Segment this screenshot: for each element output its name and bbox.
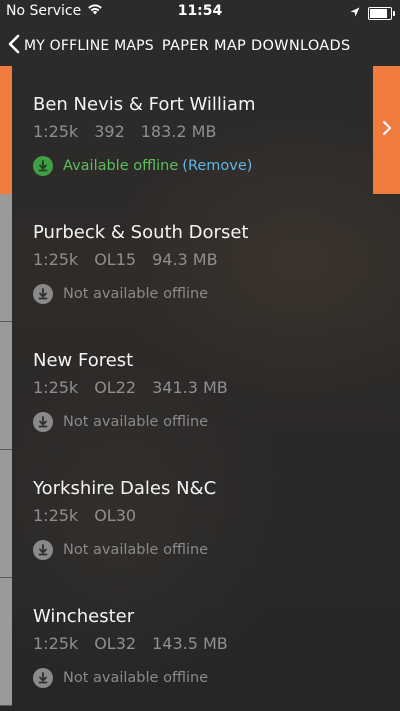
map-scale: 1:25k — [33, 250, 79, 269]
map-meta: 1:25k OL22 341.3 MB — [33, 378, 228, 397]
chevron-right-icon — [382, 120, 392, 140]
status-text: Not available offline — [63, 542, 209, 558]
map-code: 392 — [94, 122, 125, 141]
selected-indicator — [0, 66, 12, 194]
map-list: Ben Nevis & Fort William 1:25k 392 183.2… — [0, 66, 400, 706]
map-title: New Forest — [33, 350, 134, 371]
battery-fill — [370, 8, 387, 18]
location-arrow-icon — [350, 5, 360, 21]
map-code: OL30 — [94, 506, 137, 525]
map-meta: 1:25k OL30 — [33, 506, 152, 525]
list-item[interactable]: New Forest 1:25k OL22 341.3 MB Not avail… — [0, 322, 400, 450]
remove-link[interactable]: (Remove) — [182, 158, 252, 174]
side-strip — [0, 578, 12, 706]
map-title: Yorkshire Dales N&C — [33, 478, 217, 499]
download-icon[interactable] — [33, 284, 53, 304]
map-code: OL15 — [94, 250, 137, 269]
status-bar: No Service 11:54 — [0, 0, 400, 24]
map-title: Winchester — [33, 606, 135, 627]
map-scale: 1:25k — [33, 122, 79, 141]
download-icon[interactable] — [33, 412, 53, 432]
map-meta: 1:25k 392 183.2 MB — [33, 122, 216, 141]
download-icon[interactable] — [33, 540, 53, 560]
map-size: 341.3 MB — [152, 378, 228, 397]
map-scale: 1:25k — [33, 506, 79, 525]
back-button[interactable]: MY OFFLINE MAPS — [8, 34, 154, 58]
status-text: Not available offline — [63, 670, 209, 686]
list-item[interactable]: Yorkshire Dales N&C 1:25k OL30 Not avail… — [0, 450, 400, 578]
download-icon[interactable] — [33, 668, 53, 688]
list-item[interactable]: Winchester 1:25k OL32 143.5 MB Not avail… — [0, 578, 400, 706]
offline-status: Not available offline — [33, 412, 208, 432]
map-scale: 1:25k — [33, 634, 79, 653]
map-code: OL22 — [94, 378, 137, 397]
side-strip — [0, 322, 12, 450]
side-strip — [0, 450, 12, 578]
status-right — [350, 5, 395, 21]
navigation-bar: MY OFFLINE MAPS PAPER MAP DOWNLOADS — [0, 26, 400, 66]
open-map-button[interactable] — [373, 66, 400, 194]
page-title: PAPER MAP DOWNLOADS — [161, 38, 351, 54]
side-strip — [0, 194, 12, 322]
back-label: MY OFFLINE MAPS — [24, 38, 154, 54]
status-text: Not available offline — [63, 414, 209, 430]
status-text: Not available offline — [63, 286, 209, 302]
map-title: Ben Nevis & Fort William — [33, 94, 256, 115]
offline-status: Not available offline — [33, 540, 208, 560]
offline-status: Not available offline — [33, 668, 208, 688]
list-item[interactable]: Ben Nevis & Fort William 1:25k 392 183.2… — [0, 66, 400, 194]
map-size: 183.2 MB — [140, 122, 217, 141]
offline-status: Not available offline — [33, 284, 208, 304]
clock: 11:54 — [177, 3, 223, 19]
map-code: OL32 — [94, 634, 137, 653]
map-meta: 1:25k OL32 143.5 MB — [33, 634, 228, 653]
status-text: Available offline — [63, 158, 179, 174]
chevron-left-icon — [8, 34, 20, 58]
download-icon — [33, 156, 53, 176]
map-title: Purbeck & South Dorset — [33, 222, 249, 243]
battery-icon — [368, 6, 395, 20]
offline-status: Available offline (Remove) — [33, 156, 252, 176]
map-size: 94.3 MB — [152, 250, 218, 269]
list-item[interactable]: Purbeck & South Dorset 1:25k OL15 94.3 M… — [0, 194, 400, 322]
map-meta: 1:25k OL15 94.3 MB — [33, 250, 218, 269]
map-scale: 1:25k — [33, 378, 79, 397]
map-size: 143.5 MB — [152, 634, 228, 653]
